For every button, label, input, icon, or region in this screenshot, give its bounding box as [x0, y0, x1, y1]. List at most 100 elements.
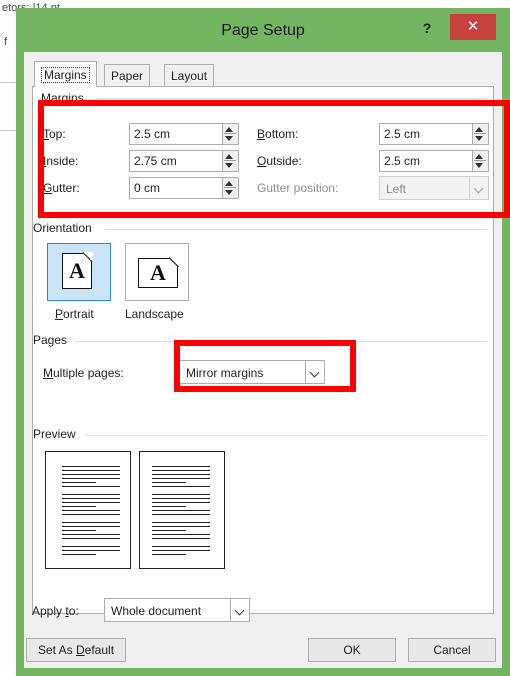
preview-text-line — [152, 510, 210, 511]
inside-margin-value: 2.75 cm — [134, 154, 177, 168]
tab-margins[interactable]: Margins — [34, 61, 97, 87]
margins-group-label: Margins — [41, 91, 84, 105]
preview-text-line — [62, 554, 96, 555]
preview-text-line — [62, 494, 120, 495]
preview-text-line — [152, 474, 210, 475]
preview-text-line — [152, 522, 210, 523]
help-icon[interactable]: ? — [412, 17, 442, 39]
preview-text-line — [152, 486, 210, 487]
landscape-button[interactable]: A — [125, 243, 189, 301]
preview-text-line — [62, 470, 120, 471]
multiple-pages-label: Multiple pages: — [43, 366, 124, 380]
preview-text-line — [62, 534, 120, 535]
title-bar[interactable]: Page Setup ? ✕ — [16, 8, 510, 52]
preview-text-line — [62, 526, 120, 527]
spin-up-icon[interactable] — [225, 181, 233, 186]
preview-group-label: Preview — [33, 427, 76, 441]
inside-margin-spinner[interactable]: 2.75 cm — [129, 150, 239, 172]
background-divider — [0, 82, 16, 83]
spinner-arrows[interactable] — [472, 124, 488, 144]
spin-down-icon[interactable] — [475, 163, 483, 168]
preview-text-line — [62, 498, 120, 499]
multiple-pages-value: Mirror margins — [186, 366, 264, 380]
landscape-label: Landscape — [125, 307, 184, 321]
spinner-arrows[interactable] — [472, 151, 488, 171]
bottom-margin-spinner[interactable]: 2.5 cm — [379, 123, 489, 145]
preview-text-line — [62, 466, 120, 467]
spin-up-icon[interactable] — [475, 127, 483, 132]
set-as-default-button[interactable]: Set As Default — [26, 638, 126, 662]
background-text: f — [4, 36, 8, 48]
margins-separator — [95, 98, 487, 99]
preview-text-line — [62, 474, 120, 475]
outside-margin-spinner[interactable]: 2.5 cm — [379, 150, 489, 172]
preview-text-line — [152, 554, 186, 555]
preview-text-line — [152, 534, 210, 535]
preview-text-line — [152, 498, 210, 499]
preview-text-line — [62, 522, 120, 523]
tab-margins-label: Margins — [41, 67, 90, 83]
apply-to-label-text: Apply to: — [32, 604, 79, 618]
preview-text-line — [62, 550, 120, 551]
gutter-value: 0 cm — [134, 181, 161, 195]
top-margin-spinner[interactable]: 2.5 cm — [129, 123, 239, 145]
spin-up-icon[interactable] — [225, 127, 233, 132]
preview-text-line — [62, 482, 96, 483]
tab-paper-label: Paper — [111, 69, 144, 83]
preview-text-line — [62, 530, 96, 531]
spin-down-icon[interactable] — [225, 190, 233, 195]
gutter-spinner[interactable]: 0 cm — [129, 177, 239, 199]
close-icon[interactable]: ✕ — [450, 14, 496, 40]
preview-text-line — [152, 478, 210, 479]
ok-button[interactable]: OK — [308, 638, 396, 662]
spin-down-icon[interactable] — [475, 136, 483, 141]
multiple-pages-select[interactable]: Mirror margins — [179, 360, 325, 384]
preview-text-line — [152, 526, 210, 527]
chevron-down-icon — [309, 367, 320, 378]
gutter-label: Gutter: — [43, 181, 80, 195]
preview-text-line — [62, 478, 120, 479]
spin-down-icon[interactable] — [225, 136, 233, 141]
spin-up-icon[interactable] — [225, 154, 233, 159]
apply-to-select[interactable]: Whole document — [104, 598, 250, 622]
preview-text-line — [62, 514, 120, 515]
preview-right-page — [139, 451, 225, 569]
cancel-button[interactable]: Cancel — [408, 638, 496, 662]
margins-panel: Margins Top: 2.5 cm Bottom: 2.5 cm Insid… — [32, 86, 494, 614]
spinner-arrows[interactable] — [222, 178, 238, 198]
tab-layout[interactable]: Layout — [164, 64, 215, 86]
dialog-body: Margins Paper Layout Margins Top: 2.5 cm… — [24, 52, 510, 668]
portrait-label-text: ortrait — [63, 307, 94, 321]
bottom-label: Bottom: — [257, 127, 299, 141]
preview-text-line — [152, 506, 186, 507]
preview-text-line — [152, 530, 186, 531]
preview-text-line — [152, 550, 210, 551]
landscape-page-icon: A — [138, 257, 179, 288]
outside-label-text: utside: — [266, 154, 302, 168]
preview-text-line — [152, 482, 186, 483]
preview-text-line — [152, 538, 210, 539]
tab-paper[interactable]: Paper — [104, 64, 151, 86]
background-divider — [0, 130, 16, 131]
preview-left-page — [45, 451, 131, 569]
gutter-position-value: Left — [386, 182, 407, 196]
portrait-glyph: A — [69, 258, 85, 283]
spinner-arrows[interactable] — [222, 124, 238, 144]
spin-up-icon[interactable] — [475, 154, 483, 159]
orientation-separator — [105, 229, 487, 230]
preview-text-line — [152, 502, 210, 503]
gutter-position-select[interactable]: Left — [379, 176, 489, 200]
bottom-margin-value: 2.5 cm — [384, 127, 421, 141]
portrait-button[interactable]: A — [47, 243, 111, 301]
preview-text-line — [62, 506, 96, 507]
apply-to-value: Whole document — [111, 604, 202, 618]
spinner-arrows[interactable] — [222, 151, 238, 171]
chevron-down-icon — [473, 183, 484, 194]
spin-down-icon[interactable] — [225, 163, 233, 168]
page-setup-dialog: Page Setup ? ✕ Margins Paper Layout Marg… — [16, 8, 510, 676]
portrait-page-icon: A — [62, 252, 93, 289]
preview-text-line — [62, 486, 120, 487]
outside-margin-value: 2.5 cm — [384, 154, 421, 168]
preview-text-line — [62, 546, 120, 547]
inside-label: Inside: — [43, 154, 79, 168]
